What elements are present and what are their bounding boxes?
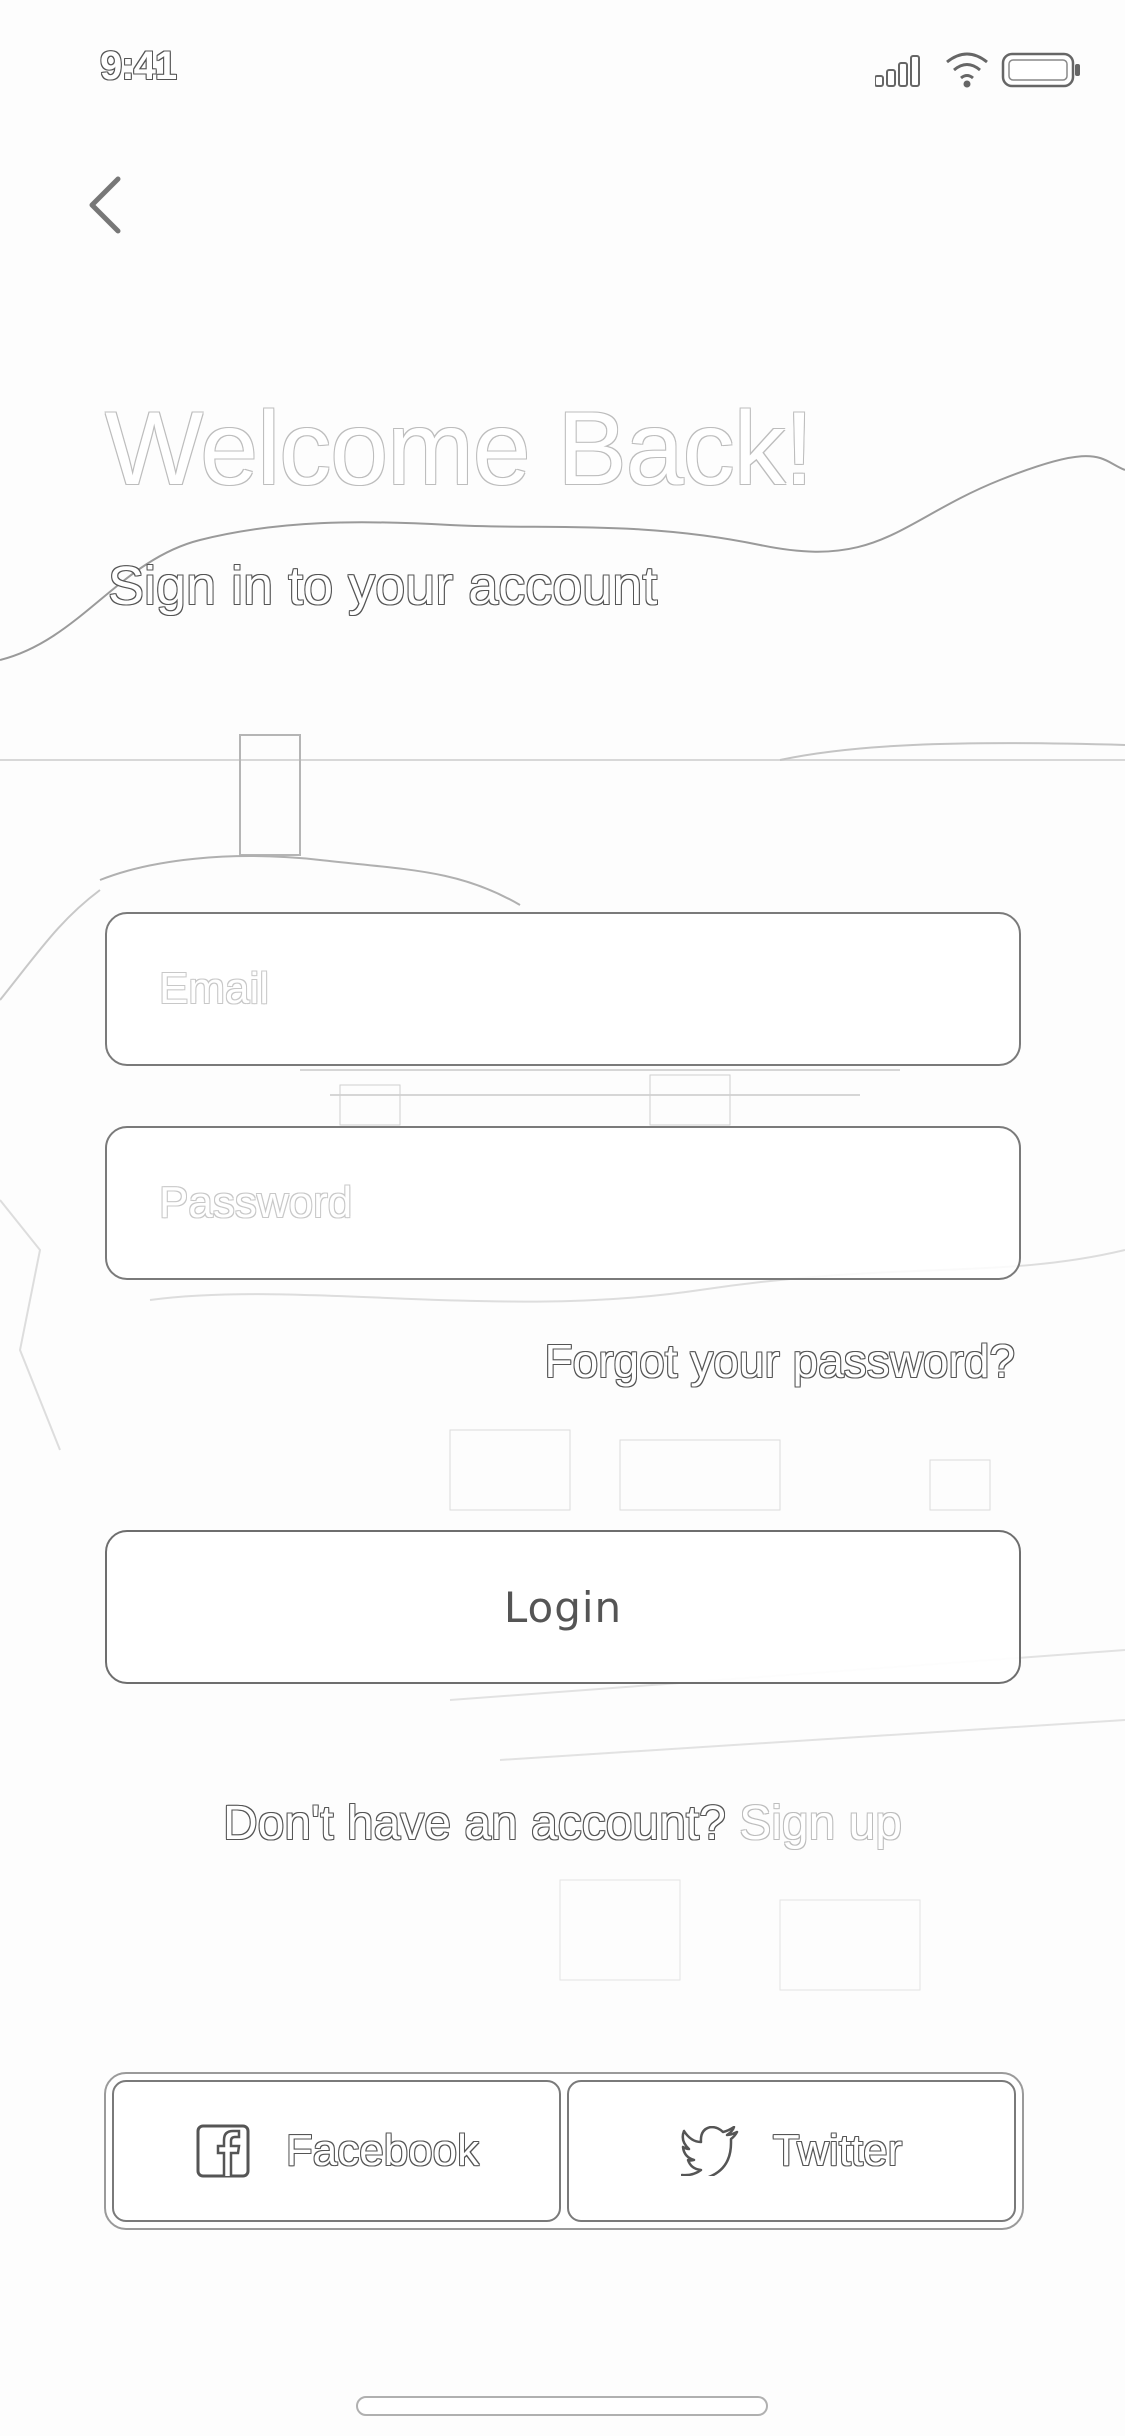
- password-field[interactable]: [105, 1126, 1021, 1280]
- twitter-button[interactable]: Twitter: [567, 2080, 1016, 2222]
- wifi-icon: [946, 52, 988, 88]
- signup-link[interactable]: Sign up: [739, 1797, 902, 1850]
- signup-prompt: Don't have an account? Sign up: [0, 1796, 1125, 1851]
- social-login-group: Facebook Twitter: [104, 2072, 1024, 2230]
- forgot-password-link[interactable]: Forgot your password?: [545, 1334, 1015, 1388]
- chevron-left-icon: [89, 176, 121, 234]
- facebook-button[interactable]: Facebook: [112, 2080, 561, 2222]
- facebook-label: Facebook: [285, 2126, 480, 2175]
- status-time: 9:41: [100, 44, 177, 88]
- signup-prompt-text: Don't have an account?: [223, 1797, 726, 1850]
- signal-icon: [874, 55, 920, 87]
- login-button[interactable]: Login: [105, 1530, 1021, 1684]
- login-screen: 9:41 Welcome Back! Sign in to your accou…: [0, 0, 1125, 2436]
- home-indicator[interactable]: [356, 2396, 768, 2416]
- battery-icon: [1001, 52, 1080, 88]
- back-button[interactable]: [78, 170, 134, 240]
- email-field[interactable]: [105, 912, 1021, 1066]
- twitter-label: Twitter: [772, 2126, 903, 2175]
- email-input[interactable]: [159, 914, 1019, 1064]
- page-subtitle: Sign in to your account: [108, 556, 658, 616]
- page-title: Welcome Back!: [105, 391, 814, 507]
- password-input[interactable]: [159, 1128, 1019, 1278]
- twitter-icon: [680, 2122, 739, 2180]
- facebook-icon: [194, 2122, 252, 2180]
- status-icons: [874, 44, 1085, 94]
